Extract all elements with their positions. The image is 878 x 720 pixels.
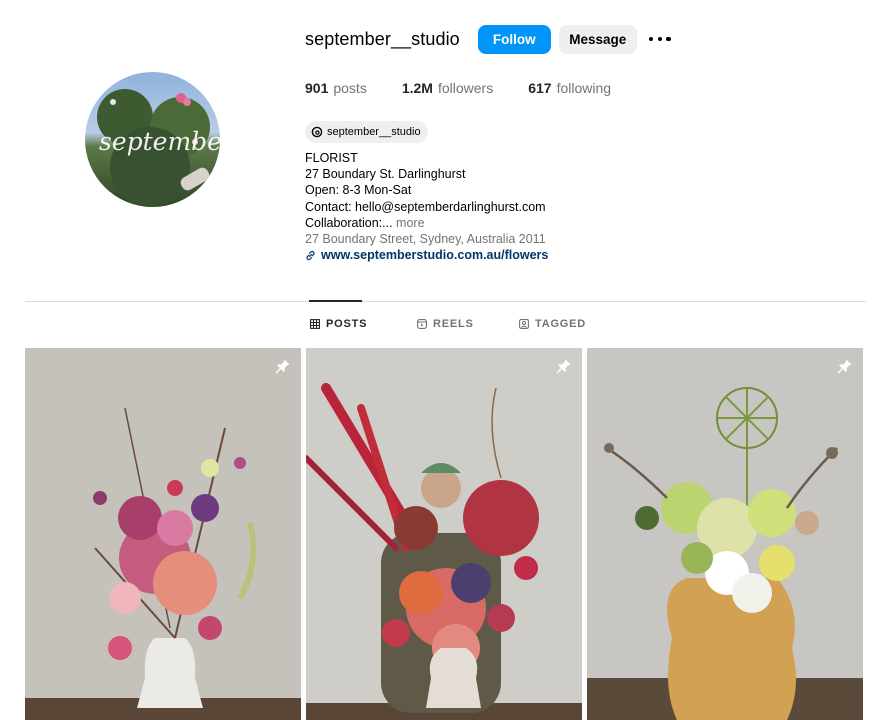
post-tile[interactable]: [587, 348, 863, 720]
pin-icon: [837, 359, 852, 374]
tab-posts[interactable]: POSTS: [310, 318, 367, 330]
profile-bio: FLORIST 27 Boundary St. Darlinghurst Ope…: [305, 150, 548, 263]
avatar-signature: september: [99, 127, 220, 156]
bio-collab-line: Collaboration:... more: [305, 215, 548, 231]
follow-button[interactable]: Follow: [477, 24, 551, 54]
posts-count: 901: [305, 80, 329, 96]
profile-header: september__studio Follow Message: [305, 24, 671, 54]
tab-reels-label: REELS: [433, 318, 474, 330]
bio-collaboration: Collaboration:...: [305, 215, 393, 230]
post-image-green-arrangement: [587, 348, 863, 720]
following-label: following: [556, 80, 612, 96]
tab-tagged[interactable]: TAGGED: [519, 318, 586, 330]
threads-badge[interactable]: september__studio: [305, 121, 428, 143]
post-tile[interactable]: [25, 348, 301, 720]
reels-icon: [417, 319, 427, 329]
bio-category: FLORIST: [305, 151, 358, 165]
profile-tabs: POSTS REELS TAGGED: [0, 318, 878, 334]
tagged-icon: [519, 319, 529, 329]
profile-avatar[interactable]: september: [85, 72, 220, 207]
bio-location[interactable]: 27 Boundary Street, Sydney, Australia 20…: [305, 231, 548, 247]
more-horizontal-icon[interactable]: [648, 34, 671, 44]
posts-label: posts: [333, 80, 367, 96]
threads-icon: [311, 126, 323, 138]
following-count: 617: [528, 80, 552, 96]
post-image-red-arrangement: [306, 348, 582, 720]
post-image-pink-arrangement: [25, 348, 301, 720]
followers-count: 1.2M: [401, 80, 433, 96]
profile-stats: 901 posts 1.2M followers 617 following: [305, 80, 646, 96]
bio-external-link[interactable]: www.septemberstudio.com.au/flowers: [305, 247, 548, 263]
tabs-divider: [25, 301, 866, 302]
link-icon: [306, 250, 315, 260]
bio-hours: Open: 8-3 Mon-Sat: [305, 183, 412, 198]
bio-more-link[interactable]: more: [396, 216, 424, 230]
threads-handle: september__studio: [327, 126, 421, 138]
followers-label: followers: [437, 80, 494, 96]
post-tile[interactable]: [306, 348, 582, 720]
bio-contact: Contact: hello@septemberdarlinghurst.com: [305, 199, 546, 214]
grid-icon: [310, 319, 320, 329]
posts-stat: 901 posts: [305, 80, 367, 96]
bio-address: 27 Boundary St. Darlinghurst: [305, 167, 466, 182]
following-stat[interactable]: 617 following: [528, 80, 611, 96]
posts-grid: [25, 348, 863, 720]
active-tab-indicator: [309, 300, 362, 302]
tab-reels[interactable]: REELS: [417, 318, 474, 330]
bio-link-text: www.septemberstudio.com.au/flowers: [321, 248, 549, 263]
tab-posts-label: POSTS: [326, 318, 368, 330]
followers-stat[interactable]: 1.2M followers: [402, 80, 493, 96]
profile-username: september__studio: [305, 28, 460, 49]
message-button[interactable]: Message: [558, 24, 637, 54]
tab-tagged-label: TAGGED: [535, 318, 587, 330]
pin-icon: [275, 359, 290, 374]
pin-icon: [556, 359, 571, 374]
